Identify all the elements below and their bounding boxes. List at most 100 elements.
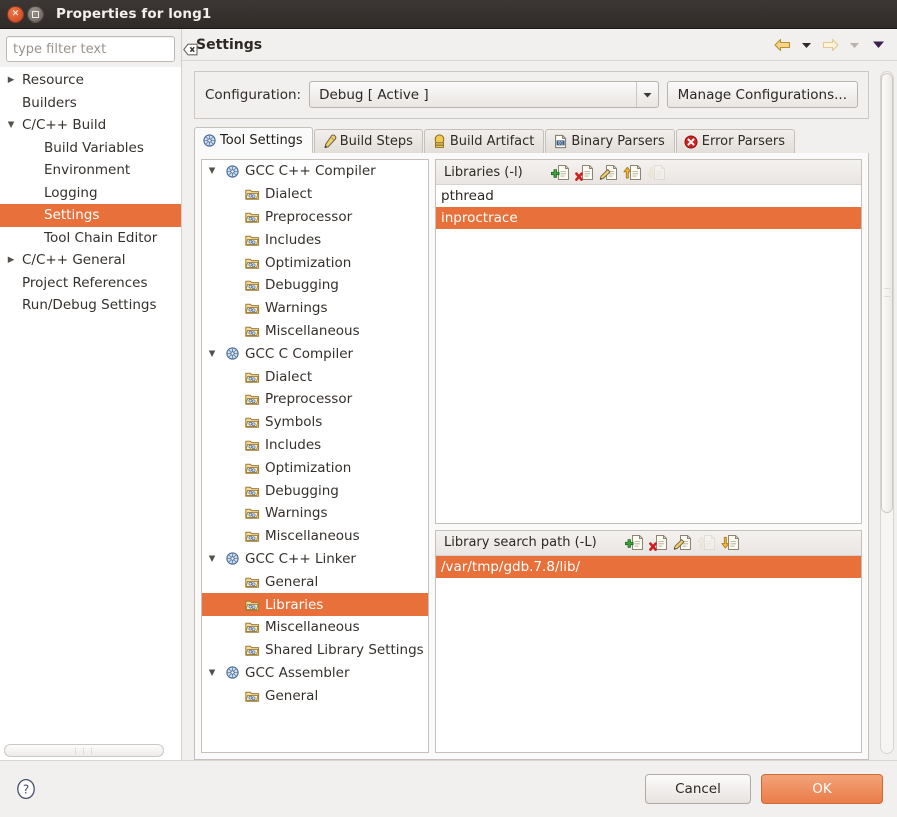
clear-icon[interactable] [183, 43, 198, 56]
twisty-placeholder-icon: ▶ [0, 211, 22, 220]
close-icon[interactable]: ✕ [7, 5, 24, 23]
search-path-toolbar[interactable] [624, 534, 739, 552]
sidebar-item-resource[interactable]: ▶ Resource [0, 69, 181, 92]
tool-tree-item-optimization[interactable]: Optimization [202, 251, 428, 274]
sidebar-item-label: Build Variables [44, 139, 144, 156]
cancel-button[interactable]: Cancel [645, 773, 751, 804]
sidebar-item-c-c-build[interactable]: ▼ C/C++ Build [0, 114, 181, 137]
tool-tree-item-miscellaneous[interactable]: Miscellaneous [202, 320, 428, 343]
delete-icon[interactable] [574, 163, 593, 181]
sidebar-item-project-references[interactable]: ▶Project References [0, 272, 181, 295]
manage-configurations-button[interactable]: Manage Configurations... [666, 81, 858, 108]
move-down-icon [647, 163, 665, 181]
edit-icon[interactable] [599, 163, 617, 181]
libraries-panel-header: Libraries (-l) [436, 160, 861, 185]
twisty-collapsed-icon[interactable]: ▶ [0, 76, 22, 85]
sidebar-item-tool-chain-editor[interactable]: ▶ Tool Chain Editor [0, 227, 181, 250]
libraries-list[interactable]: pthread inproctrace [436, 185, 861, 523]
tool-settings-icon [202, 133, 217, 148]
sidebar-tree[interactable]: ▶Resource▶Builders▼C/C++ Build▶Build Var… [0, 67, 181, 740]
folder-icon [242, 484, 262, 498]
tool-tree-item-dialect[interactable]: Dialect [202, 365, 428, 388]
tool-tree-item-optimization[interactable]: Optimization [202, 456, 428, 479]
twisty-expanded-icon[interactable]: ▼ [0, 121, 22, 130]
folder-icon [242, 256, 262, 270]
search-input[interactable] [13, 41, 183, 57]
twisty-expanded-icon[interactable]: ▼ [202, 350, 222, 359]
chevron-down-icon[interactable] [635, 82, 658, 107]
libraries-toolbar[interactable] [550, 163, 665, 181]
tool-tree-item-libraries[interactable]: Libraries [202, 593, 428, 616]
twisty-expanded-icon[interactable]: ▼ [202, 669, 222, 678]
tool-tree-item-debugging[interactable]: Debugging [202, 274, 428, 297]
sidebar-item-builders[interactable]: ▶Builders [0, 92, 181, 115]
tool-tree-item-warnings[interactable]: Warnings [202, 297, 428, 320]
tool-tree-item-includes[interactable]: Includes [202, 434, 428, 457]
configuration-select[interactable]: Debug [ Active ] [309, 81, 659, 108]
sidebar-hscrollbar-thumb[interactable]: ⋮⋮⋮ [4, 744, 164, 757]
settings-vscrollbar-thumb[interactable]: ⋮⋮ [881, 73, 893, 513]
move-up-icon[interactable] [623, 163, 641, 181]
tool-tree-item-general[interactable]: General [202, 570, 428, 593]
forward-dropdown-icon [843, 34, 865, 56]
tool-tree-item-label: Miscellaneous [265, 528, 360, 545]
tool-tree-item-preprocessor[interactable]: Preprocessor [202, 206, 428, 229]
sidebar-item-c-c-general[interactable]: ▶ C/C++ General [0, 249, 181, 272]
tool-tree-item-preprocessor[interactable]: Preprocessor [202, 388, 428, 411]
svg-text:?: ? [23, 782, 29, 796]
settings-sidebar: ▶Resource▶Builders▼C/C++ Build▶Build Var… [0, 29, 198, 760]
add-icon[interactable] [550, 163, 569, 181]
ok-button[interactable]: OK [761, 773, 883, 804]
tab-build-steps[interactable]: Build Steps [313, 129, 423, 153]
twisty-collapsed-icon[interactable]: ▶ [0, 256, 22, 265]
sidebar-item-label: Builders [22, 94, 77, 111]
filter-box[interactable] [6, 36, 198, 62]
sidebar-item-logging[interactable]: ▶ Logging [0, 182, 181, 205]
tab-tool-settings[interactable]: Tool Settings [194, 127, 313, 153]
tool-tree-item-gcc-c-compiler[interactable]: ▼ GCC C Compiler [202, 342, 428, 365]
back-dropdown-icon[interactable] [795, 34, 817, 56]
folder-icon [242, 529, 262, 543]
settings-tabstrip[interactable]: Tool Settings Build Steps Build Artifact 01… [194, 127, 869, 153]
help-icon[interactable]: ? [14, 777, 38, 801]
tool-tree-item-gcc-assembler[interactable]: ▼ GCC Assembler [202, 662, 428, 685]
twisty-expanded-icon[interactable]: ▼ [202, 555, 222, 564]
list-item[interactable]: pthread [436, 185, 861, 207]
list-item[interactable]: inproctrace [436, 207, 861, 229]
tool-tree-item-symbols[interactable]: Symbols [202, 411, 428, 434]
move-down-icon[interactable] [721, 534, 739, 552]
search-path-list[interactable]: /var/tmp/gdb.7.8/lib/ [436, 555, 861, 752]
tool-tree-item-miscellaneous[interactable]: Miscellaneous [202, 525, 428, 548]
sidebar-hscrollbar[interactable]: ⋮⋮⋮ [0, 740, 181, 760]
tool-tree[interactable]: ▼ GCC C++ Compiler Dialect Preprocessor Incl… [201, 159, 429, 753]
tool-tree-item-debugging[interactable]: Debugging [202, 479, 428, 502]
search-path-panel-header: Library search path (-L) [436, 530, 861, 556]
tool-tree-item-general[interactable]: General [202, 684, 428, 707]
twisty-placeholder-icon: ▶ [0, 189, 22, 198]
twisty-expanded-icon[interactable]: ▼ [202, 167, 222, 176]
sidebar-item-run-debug-settings[interactable]: ▶Run/Debug Settings [0, 294, 181, 317]
sidebar-item-environment[interactable]: ▶ Environment [0, 159, 181, 182]
tab-build-artifact[interactable]: Build Artifact [423, 129, 545, 153]
tab-error-parsers[interactable]: Error Parsers [675, 129, 796, 153]
delete-icon[interactable] [648, 534, 667, 552]
sidebar-item-build-variables[interactable]: ▶ Build Variables [0, 137, 181, 160]
view-menu-dropdown-icon[interactable] [867, 34, 889, 56]
back-arrow-icon[interactable] [771, 34, 793, 56]
tool-tree-item-includes[interactable]: Includes [202, 228, 428, 251]
maximize-icon[interactable] [27, 5, 44, 23]
folder-icon [242, 301, 262, 315]
edit-icon[interactable] [673, 534, 691, 552]
tool-tree-item-shared-library-settings[interactable]: Shared Library Settings [202, 639, 428, 662]
sidebar-item-settings[interactable]: ▶ Settings [0, 204, 181, 227]
tool-tree-item-warnings[interactable]: Warnings [202, 502, 428, 525]
settings-vscrollbar[interactable]: ⋮⋮ [877, 61, 897, 760]
add-icon[interactable] [624, 534, 643, 552]
tool-tree-item-miscellaneous[interactable]: Miscellaneous [202, 616, 428, 639]
tool-tree-item-gcc-c++-compiler[interactable]: ▼ GCC C++ Compiler [202, 160, 428, 183]
tool-tree-item-gcc-c++-linker[interactable]: ▼ GCC C++ Linker [202, 548, 428, 571]
tool-tree-item-dialect[interactable]: Dialect [202, 183, 428, 206]
tab-binary-parsers[interactable]: 01 Binary Parsers [545, 129, 675, 153]
list-item[interactable]: /var/tmp/gdb.7.8/lib/ [436, 555, 861, 578]
sidebar-item-label: Tool Chain Editor [44, 229, 158, 246]
